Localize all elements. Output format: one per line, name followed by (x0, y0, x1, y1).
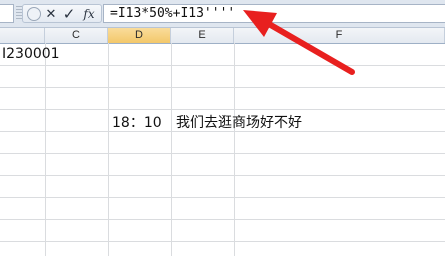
annotation-arrow-icon (243, 10, 355, 75)
